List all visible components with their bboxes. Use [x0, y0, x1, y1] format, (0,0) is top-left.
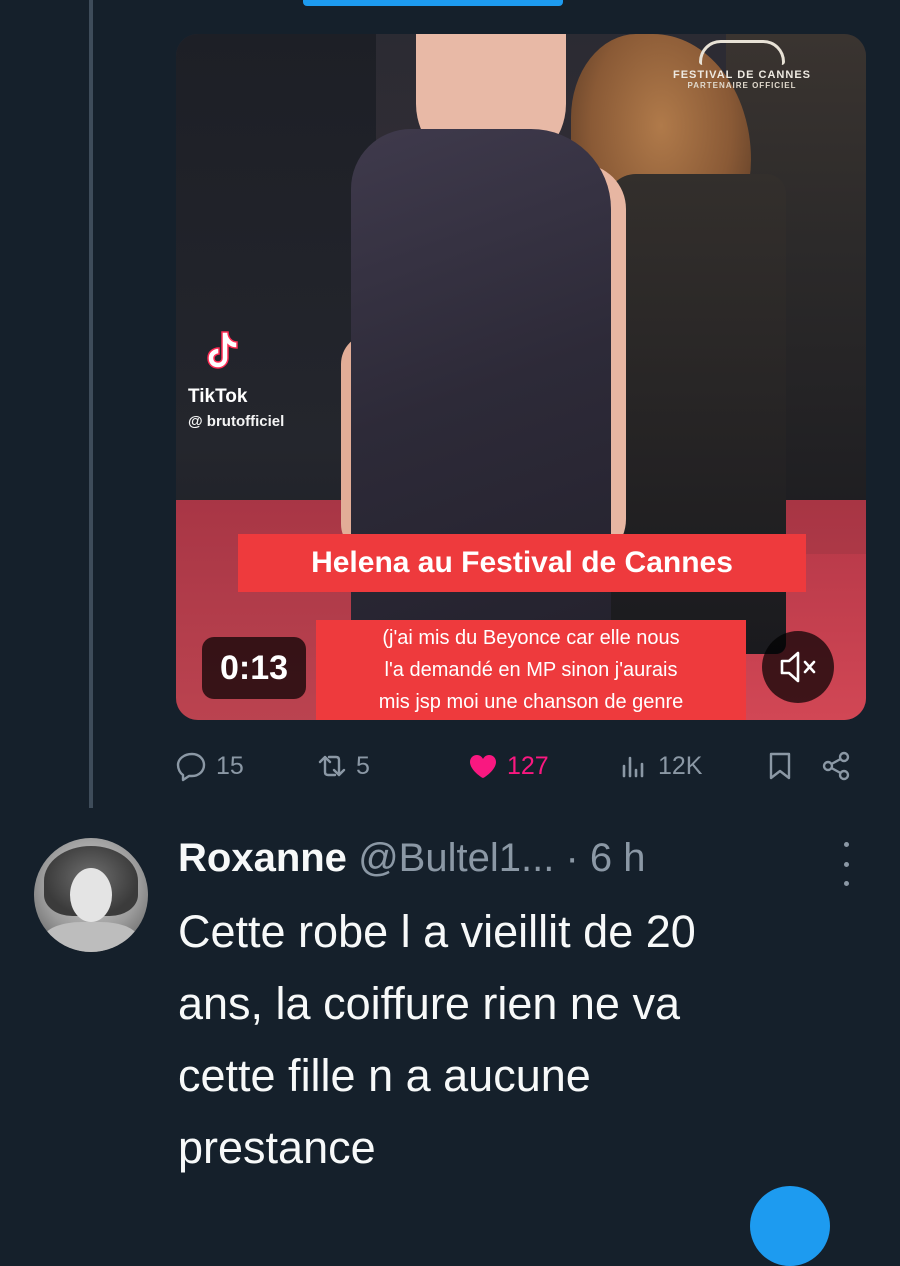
post-timestamp[interactable]: · 6 h [565, 836, 645, 880]
view-count: 12K [658, 751, 703, 780]
author-handle[interactable]: @Bultel1... [358, 836, 554, 880]
reply-text-line: ans, la coiffure rien ne va [178, 978, 680, 1029]
dot [843, 861, 849, 867]
video-player[interactable]: FESTIVAL DE CANNES PARTENAIRE OFFICIEL T… [176, 34, 866, 720]
avatar[interactable] [34, 838, 148, 952]
watermark-title: FESTIVAL DE CANNES [673, 69, 811, 81]
heart-filled-icon [470, 755, 496, 778]
caption-line: (j'ai mis du Beyonce car elle nous [382, 627, 680, 649]
reply-body: Cette robe l a vieillit de 20 ans, la co… [178, 896, 858, 1184]
tiktok-logo-icon [207, 331, 238, 369]
compose-button[interactable] [750, 1186, 830, 1266]
reply-header: Roxanne @Bultel1... · 6 h [178, 836, 645, 881]
caption-line: mis jsp moi une chanson de genre [378, 691, 684, 713]
more-options-icon[interactable] [836, 842, 856, 886]
repost-button[interactable]: 5 [316, 750, 370, 782]
like-button[interactable]: 127 [467, 750, 549, 782]
video-caption-title: Helena au Festival de Cannes [238, 534, 806, 592]
top-tab-indicator [303, 0, 563, 6]
mute-button[interactable] [762, 631, 834, 703]
dot [843, 881, 849, 886]
views-button[interactable]: 12K [618, 750, 702, 782]
reply-button[interactable]: 15 [176, 750, 244, 782]
dot [843, 842, 849, 847]
watermark-subtitle: PARTENAIRE OFFICIEL [687, 81, 797, 90]
share-nodes-icon [822, 751, 850, 781]
reply-bubble-icon [176, 752, 206, 782]
tiktok-account-handle: @ brutofficiel [188, 413, 285, 430]
reply-text-line: cette fille n a aucune [178, 1050, 591, 1101]
views-bar-chart-icon [622, 756, 644, 778]
festival-watermark: FESTIVAL DE CANNES PARTENAIRE OFFICIEL [673, 40, 811, 90]
share-button[interactable] [820, 750, 852, 782]
reply-text-line: Cette robe l a vieillit de 20 [178, 906, 696, 957]
repost-icon [318, 755, 346, 777]
avatar-shoulders [44, 922, 138, 952]
bookmark-button[interactable] [764, 750, 796, 782]
like-count: 127 [507, 751, 549, 780]
palm-logo-icon [699, 40, 785, 65]
video-caption-subtitle: (j'ai mis du Beyonce car elle nous l'a d… [316, 620, 746, 720]
reply-count: 15 [216, 751, 244, 780]
thread-connector-line [89, 0, 93, 808]
caption-line: l'a demandé en MP sinon j'aurais [384, 659, 678, 681]
video-timer: 0:13 [202, 637, 306, 699]
speaker-muted-icon [780, 651, 816, 683]
author-name[interactable]: Roxanne [178, 836, 347, 880]
tiktok-brand-label: TikTok [188, 386, 248, 407]
avatar-face [70, 868, 112, 922]
repost-count: 5 [356, 751, 370, 780]
bookmark-icon [769, 752, 791, 780]
reply-text-line: prestance [178, 1122, 376, 1173]
